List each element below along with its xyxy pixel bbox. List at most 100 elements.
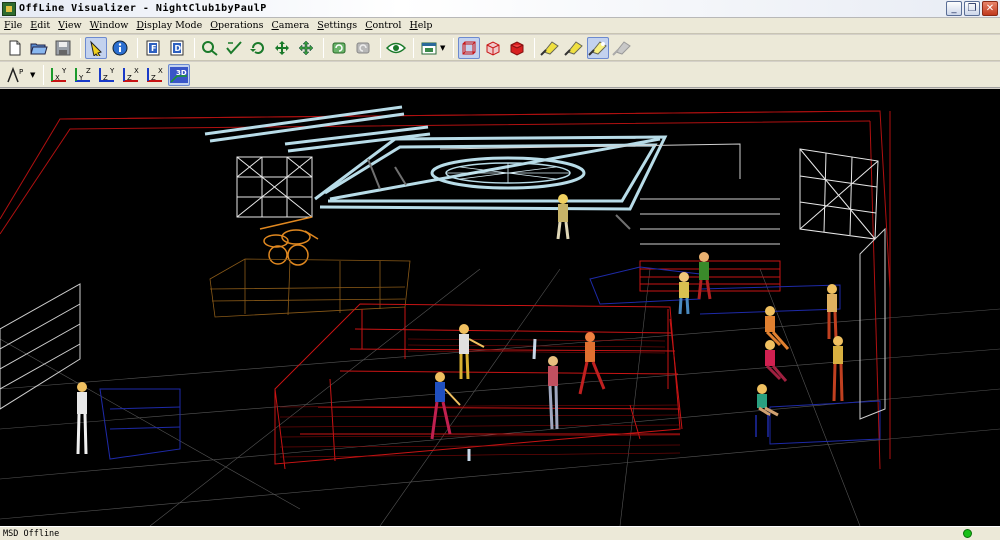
menu-accel: O — [210, 20, 219, 31]
redo-view-icon[interactable] — [352, 37, 374, 59]
menu-accel: C — [271, 20, 279, 31]
camera-window-icon[interactable] — [418, 37, 440, 59]
drum-kit — [259, 216, 319, 266]
undo-view-icon[interactable] — [328, 37, 350, 59]
toolbar-separator — [380, 37, 381, 58]
app-icon[interactable] — [2, 1, 16, 16]
axis-y-label: Y — [78, 74, 84, 82]
dancer-figure — [76, 382, 88, 455]
main-toolbar: F D ▼ — [0, 35, 1000, 61]
view-zx-alt-icon[interactable]: Z X — [144, 64, 166, 86]
dropdown-arrow-icon[interactable]: ▼ — [30, 71, 35, 79]
menu-label: amera — [278, 20, 310, 31]
dancer-figure — [697, 252, 712, 300]
d-page-icon[interactable]: D — [166, 37, 188, 59]
3d-viewport[interactable] — [0, 89, 1000, 526]
menu-label: ettings — [323, 20, 358, 31]
menu-label: perations — [218, 20, 264, 31]
f-page-icon[interactable]: F — [142, 37, 164, 59]
floor-grid — [0, 268, 1000, 526]
video-wall-right — [799, 148, 879, 240]
menu-operations[interactable]: Operations — [210, 20, 263, 31]
status-bar: MSD Offline — [0, 526, 1000, 540]
toolbar-separator — [80, 37, 81, 58]
toolbar-separator — [137, 37, 138, 58]
axis-z-label: Z — [103, 74, 108, 82]
rotate-icon[interactable] — [247, 37, 269, 59]
title-bar: OffLine Visualizer - NightClub1byPaulP _… — [0, 0, 1000, 18]
axis-z-label: Z — [151, 74, 156, 82]
measure-point-icon[interactable]: P — [4, 64, 30, 86]
menu-control[interactable]: Control — [365, 20, 401, 31]
new-file-icon[interactable] — [4, 37, 26, 59]
dance-floor-fill — [279, 338, 681, 458]
menu-label: indow — [99, 20, 129, 31]
solid-box-icon[interactable] — [506, 37, 528, 59]
menu-bar: File Edit View Window Display Mode Opera… — [0, 18, 1000, 34]
menu-view[interactable]: View — [58, 20, 82, 31]
menu-help[interactable]: Help — [409, 20, 432, 31]
m-label: P — [19, 68, 23, 76]
axis-x-label: X — [134, 67, 139, 75]
dancer-figure — [578, 332, 606, 395]
select-icon[interactable] — [223, 37, 245, 59]
three-d-label: 3D — [176, 69, 187, 77]
minimize-button[interactable]: _ — [946, 1, 962, 16]
info-icon[interactable] — [109, 37, 131, 59]
box-outline-icon[interactable] — [482, 37, 504, 59]
menu-label: ile — [10, 20, 23, 31]
stage-platform — [209, 258, 411, 318]
view-3d-icon[interactable]: 3D — [168, 63, 191, 86]
axis-x-label: X — [55, 74, 60, 82]
dropdown-arrow-icon[interactable]: ▼ — [440, 44, 445, 52]
save-icon[interactable] — [52, 37, 74, 59]
menu-edit[interactable]: Edit — [30, 20, 50, 31]
axis-y-label: Y — [61, 67, 67, 75]
menu-accel: H — [409, 20, 418, 31]
dancer-figure — [765, 340, 788, 382]
spotlight-beam-icon[interactable] — [563, 37, 585, 59]
spotlight-icon[interactable] — [539, 37, 561, 59]
menu-camera[interactable]: Camera — [272, 20, 310, 31]
menu-label: isplay Mode — [144, 20, 203, 31]
pointer-icon[interactable] — [85, 36, 107, 59]
toolbar-separator — [453, 37, 455, 58]
menu-window[interactable]: Window — [90, 20, 129, 31]
axis-y-label: Y — [109, 67, 115, 75]
close-button[interactable]: ✕ — [982, 1, 998, 16]
toolbar-separator — [323, 37, 324, 58]
wireframe-icon[interactable] — [458, 36, 481, 59]
light-off-icon[interactable] — [611, 37, 633, 59]
menu-display-mode[interactable]: Display Mode — [136, 20, 202, 31]
move-icon[interactable] — [271, 37, 293, 59]
axis-z-label: Z — [86, 67, 91, 75]
view-zy-icon[interactable]: Z Y — [96, 64, 118, 86]
lighting-truss — [204, 105, 668, 211]
open-folder-icon[interactable] — [28, 37, 50, 59]
menu-accel: D — [136, 20, 144, 31]
eye-icon[interactable] — [385, 37, 407, 59]
dancers — [76, 194, 844, 455]
axis-z-label: Z — [127, 74, 132, 82]
menu-file[interactable]: File — [4, 20, 22, 31]
pan-icon[interactable] — [295, 37, 317, 59]
toolbar-separator — [194, 37, 195, 58]
svg-text:F: F — [151, 44, 156, 53]
menu-label: dit — [37, 20, 51, 31]
view-xy-icon[interactable]: X Y — [48, 64, 70, 86]
scene-canvas[interactable] — [0, 89, 1000, 526]
menu-label: elp — [417, 20, 433, 31]
connection-led-icon — [963, 529, 972, 538]
toolbar-separator — [413, 37, 414, 58]
zoom-icon[interactable] — [199, 37, 221, 59]
dancer-figure — [827, 284, 838, 340]
view-yz-icon[interactable]: Y Z — [72, 64, 94, 86]
menu-accel: F — [4, 20, 11, 31]
dancer-figure — [548, 356, 559, 430]
menu-settings[interactable]: Settings — [317, 20, 357, 31]
light-on-icon[interactable] — [587, 36, 610, 59]
window-title: OffLine Visualizer - NightClub1byPaulP — [19, 3, 267, 14]
view-zx-icon[interactable]: Z X — [120, 64, 142, 86]
restore-button[interactable]: ❐ — [964, 1, 980, 16]
view-toolbar: P ▼ X Y Y Z Z Y Z X Z X 3D — [0, 62, 1000, 88]
